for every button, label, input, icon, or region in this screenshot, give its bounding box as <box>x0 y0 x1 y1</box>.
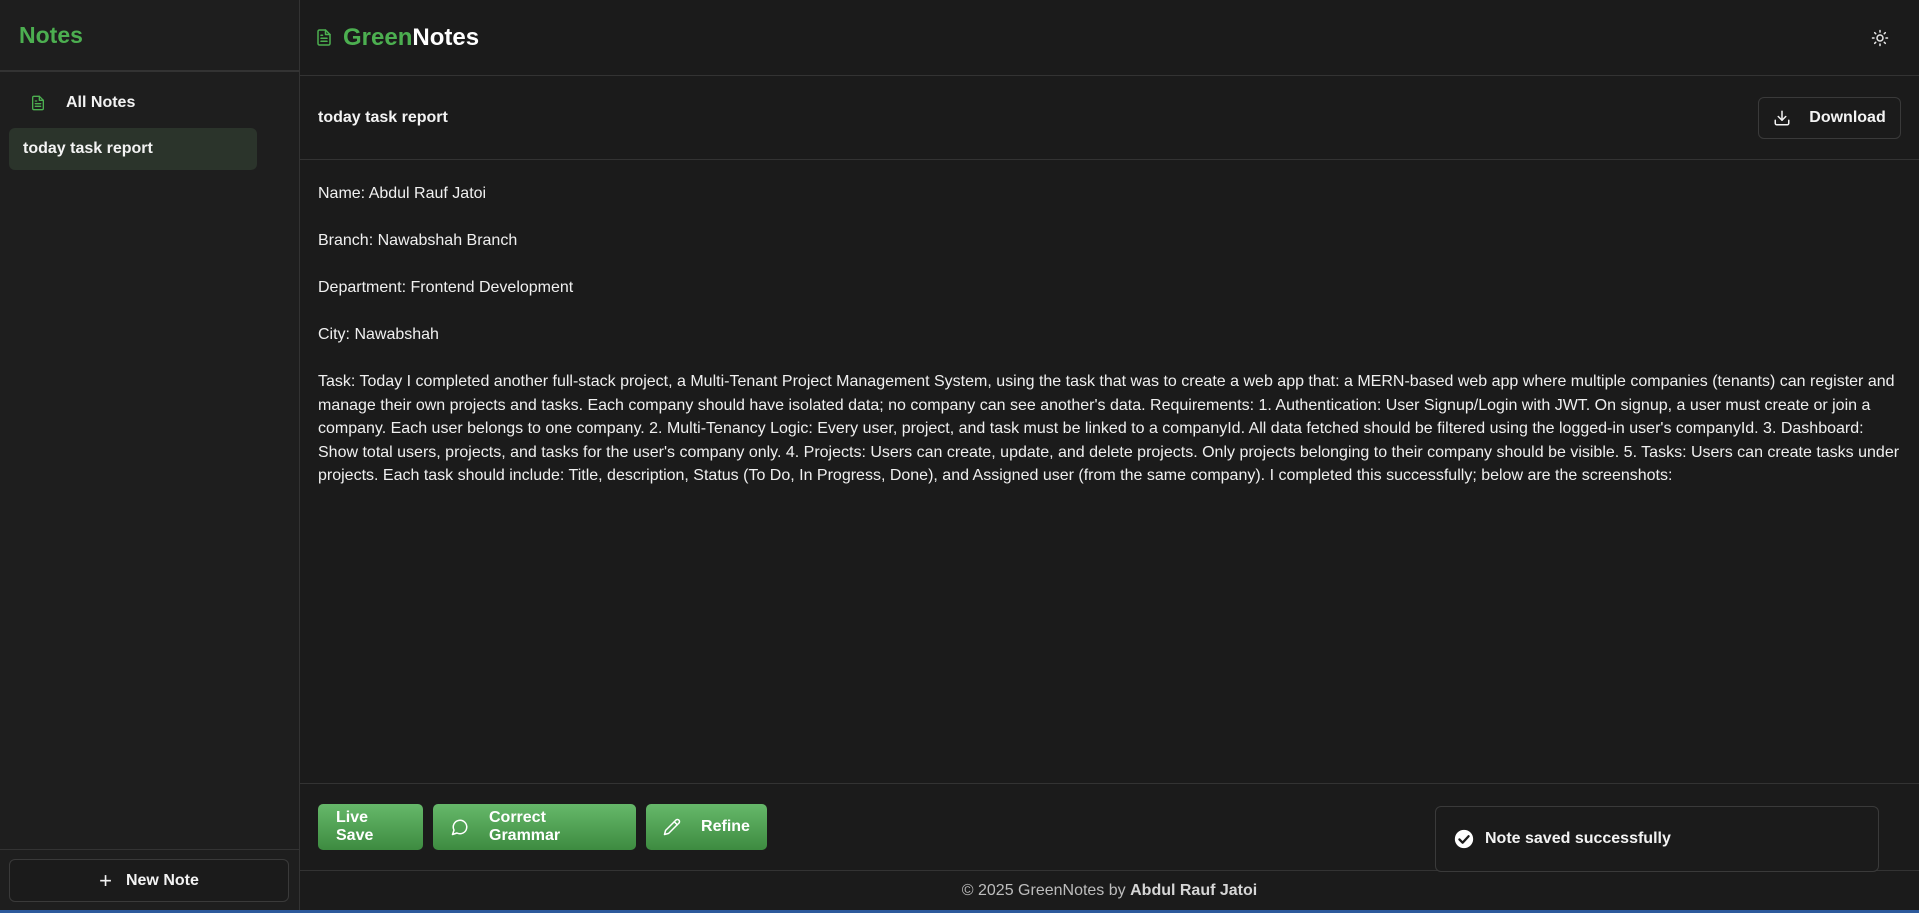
note-title: today task report <box>318 108 448 126</box>
sidebar-item-label: All Notes <box>66 94 136 111</box>
check-circle-icon <box>1453 828 1475 850</box>
plus-icon: + <box>99 867 112 893</box>
note-list-item-title: today task report <box>23 140 153 157</box>
note-editor[interactable]: Name: Abdul Rauf Jatoi Branch: Nawabshah… <box>300 160 1919 783</box>
main-panel: GreenNotes today task report Download Na… <box>300 0 1919 910</box>
sidebar: Notes All Notes today task report + New … <box>0 0 300 910</box>
new-note-button[interactable]: + New Note <box>9 859 289 902</box>
download-icon <box>1773 109 1791 127</box>
correct-grammar-label: Correct Grammar <box>489 809 561 844</box>
topbar: GreenNotes <box>300 0 1919 76</box>
note-header: today task report Download <box>300 76 1919 160</box>
note-paragraph: Name: Abdul Rauf Jatoi <box>318 185 487 202</box>
download-label: Download <box>1809 108 1886 126</box>
brand-name-white: Notes <box>412 23 480 51</box>
sidebar-nav: All Notes today task report <box>0 72 299 170</box>
download-button[interactable]: Download <box>1758 96 1901 139</box>
live-save-label: Live Save <box>336 809 374 844</box>
sidebar-item-all-notes[interactable]: All Notes <box>9 82 290 124</box>
sidebar-footer: + New Note <box>0 849 299 910</box>
note-paragraph: Branch: Nawabshah Branch <box>318 232 518 249</box>
app-root: Notes All Notes today task report + New … <box>0 0 1919 910</box>
brand-logo: GreenNotes <box>315 24 479 52</box>
note-paragraph: City: Nawabshah <box>318 326 439 343</box>
live-save-button[interactable]: Live Save <box>318 804 423 850</box>
pencil-icon <box>663 818 681 836</box>
correct-grammar-button[interactable]: Correct Grammar <box>433 804 636 850</box>
message-circle-icon <box>451 818 469 836</box>
document-icon <box>30 94 46 112</box>
brand-name-green: Green <box>343 23 413 51</box>
new-note-label: New Note <box>125 871 199 889</box>
footer-prefix: © 2025 GreenNotes by <box>961 881 1126 899</box>
note-paragraph: Task: Today I completed another full-sta… <box>318 373 1900 484</box>
sidebar-header: Notes <box>0 0 299 72</box>
toast-message: Note saved successfully <box>1485 830 1671 847</box>
note-list-item[interactable]: today task report <box>9 128 257 170</box>
refine-label: Refine <box>701 818 750 835</box>
page-footer: © 2025 GreenNotes by Abdul Rauf Jatoi <box>300 870 1919 910</box>
sun-icon <box>1871 29 1889 47</box>
note-paragraph: Department: Frontend Development <box>318 279 574 296</box>
sidebar-title: Notes <box>19 21 83 48</box>
toast-notification: Note saved successfully <box>1435 806 1879 872</box>
document-icon <box>315 27 333 48</box>
theme-toggle-button[interactable] <box>1865 23 1895 53</box>
refine-button[interactable]: Refine <box>646 804 767 850</box>
footer-author: Abdul Rauf Jatoi <box>1130 881 1258 899</box>
